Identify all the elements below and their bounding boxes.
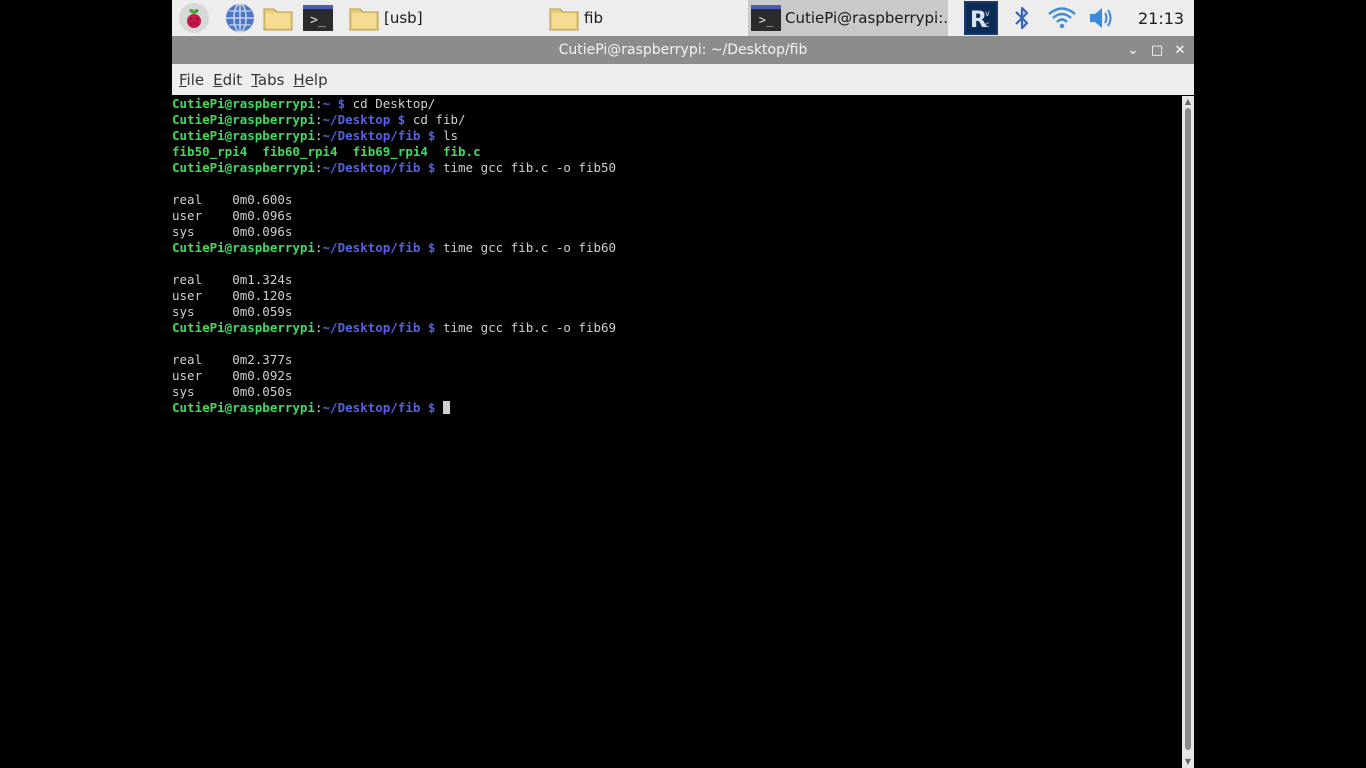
terminal-icon: >_ (751, 5, 781, 31)
window-title: CutiePi@raspberrypi: ~/Desktop/fib (558, 42, 808, 58)
file-manager-icon[interactable] (262, 2, 294, 34)
task-usb[interactable]: [usb] (348, 0, 528, 36)
prompt-line: CutiePi@raspberrypi:~/Desktop/fib $ time… (172, 320, 1182, 336)
output-line: real 0m2.377s (172, 352, 293, 367)
output-line: user 0m0.120s (172, 288, 293, 303)
output-line: user 0m0.096s (172, 208, 293, 223)
terminal-output[interactable]: CutiePi@raspberrypi:~ $ cd Desktop/Cutie… (172, 96, 1182, 768)
ls-output-line: fib50_rpi4 fib60_rpi4 fib69_rpi4 fib.c (172, 144, 1182, 160)
prompt-path: ~/Desktop/fib (322, 240, 421, 255)
prompt-path: ~/Desktop/fib (322, 160, 421, 175)
prompt-separator: : (315, 320, 323, 335)
prompt-symbol: $ (420, 400, 443, 415)
task-terminal-label: CutiePi@raspberrypi:... (785, 9, 948, 27)
browser-globe-icon[interactable] (224, 2, 256, 34)
terminal-icon[interactable]: >_ (302, 2, 334, 34)
menu-help[interactable]: Help (293, 69, 327, 91)
prompt-path: ~/Desktop/fib (322, 128, 421, 143)
output-line: sys 0m0.050s (172, 384, 293, 399)
file-entry: fib60_rpi4 (262, 144, 338, 159)
folder-icon (549, 8, 579, 31)
prompt-path: ~/Desktop/fib (322, 400, 421, 415)
scrollbar-thumb[interactable] (1185, 108, 1191, 750)
command-text: time gcc fib.c -o fib60 (442, 240, 617, 255)
prompt-line: CutiePi@raspberrypi:~/Desktop/fib $ time… (172, 240, 1182, 256)
menu-file[interactable]: File (179, 69, 204, 91)
task-fib-label: fib (584, 9, 603, 27)
vnc-icon[interactable]: R v c (964, 1, 998, 35)
raspberry-menu-icon[interactable] (178, 2, 210, 34)
command-text: time gcc fib.c -o fib69 (442, 320, 617, 335)
prompt-separator: : (315, 160, 323, 175)
volume-icon[interactable] (1086, 2, 1118, 34)
prompt-separator: : (315, 400, 323, 415)
svg-text:c: c (985, 20, 989, 29)
prompt-host: CutiePi@raspberrypi (172, 112, 315, 127)
prompt-line: CutiePi@raspberrypi:~ $ cd Desktop/ (172, 96, 1182, 112)
command-text: cd Desktop/ (352, 96, 436, 111)
prompt-separator: : (315, 96, 323, 111)
taskbar: >_ [usb] fib >_ CutiePi@raspberrypi:... (172, 0, 1194, 36)
output-line: sys 0m0.096s (172, 224, 293, 239)
output-line: real 0m0.600s (172, 192, 293, 207)
prompt-path: ~ (322, 96, 331, 111)
prompt-symbol: $ (390, 112, 413, 127)
minimize-button[interactable]: ⌄ (1124, 41, 1142, 59)
desktop-screen: >_ [usb] fib >_ CutiePi@raspberrypi:... (0, 0, 1366, 768)
prompt-separator: : (315, 128, 323, 143)
file-entry: fib50_rpi4 (172, 144, 248, 159)
prompt-symbol: $ (420, 240, 443, 255)
prompt-symbol: $ (330, 96, 353, 111)
output-line: user 0m0.092s (172, 368, 293, 383)
prompt-symbol: $ (420, 320, 443, 335)
text-cursor (442, 401, 450, 414)
prompt-symbol: $ (420, 128, 443, 143)
folder-icon (349, 8, 379, 31)
menu-tabs[interactable]: Tabs (251, 69, 284, 91)
command-text: time gcc fib.c -o fib50 (442, 160, 617, 175)
window-titlebar[interactable]: CutiePi@raspberrypi: ~/Desktop/fib ⌄ □ ✕ (172, 36, 1194, 64)
prompt-host: CutiePi@raspberrypi (172, 128, 315, 143)
task-fib[interactable]: fib (548, 0, 738, 36)
prompt-separator: : (315, 240, 323, 255)
terminal-glyph: >_ (303, 5, 333, 31)
prompt-symbol: $ (420, 160, 443, 175)
prompt-host: CutiePi@raspberrypi (172, 160, 315, 175)
prompt-line: CutiePi@raspberrypi:~/Desktop/fib $ ls (172, 128, 1182, 144)
scroll-down-arrow-icon[interactable]: ▼ (1182, 757, 1194, 767)
task-terminal[interactable]: >_ CutiePi@raspberrypi:... (748, 0, 948, 36)
close-button[interactable]: ✕ (1171, 41, 1189, 59)
file-entry: fib69_rpi4 (352, 144, 428, 159)
prompt-separator: : (315, 112, 323, 127)
clock[interactable]: 21:13 (1138, 0, 1184, 36)
maximize-button[interactable]: □ (1148, 41, 1166, 59)
output-line: sys 0m0.059s (172, 304, 293, 319)
prompt-host: CutiePi@raspberrypi (172, 240, 315, 255)
bluetooth-icon[interactable] (1006, 2, 1038, 34)
prompt-line: CutiePi@raspberrypi:~/Desktop/fib $ (172, 400, 1182, 416)
menu-edit[interactable]: Edit (213, 69, 242, 91)
svg-text:v: v (985, 9, 990, 18)
terminal-scrollbar[interactable]: ▲ ▼ (1182, 96, 1194, 768)
command-text: ls (442, 128, 459, 143)
prompt-line: CutiePi@raspberrypi:~/Desktop/fib $ time… (172, 160, 1182, 176)
prompt-path: ~/Desktop (322, 112, 391, 127)
scroll-up-arrow-icon[interactable]: ▲ (1182, 97, 1194, 107)
prompt-host: CutiePi@raspberrypi (172, 400, 315, 415)
prompt-host: CutiePi@raspberrypi (172, 96, 315, 111)
wifi-icon[interactable] (1046, 2, 1078, 34)
task-usb-label: [usb] (384, 9, 423, 27)
file-entry: fib.c (442, 144, 481, 159)
prompt-line: CutiePi@raspberrypi:~/Desktop $ cd fib/ (172, 112, 1182, 128)
output-line: real 0m1.324s (172, 272, 293, 287)
command-text: cd fib/ (412, 112, 466, 127)
menu-bar: File Edit Tabs Help (172, 64, 1194, 95)
prompt-path: ~/Desktop/fib (322, 320, 421, 335)
prompt-host: CutiePi@raspberrypi (172, 320, 315, 335)
